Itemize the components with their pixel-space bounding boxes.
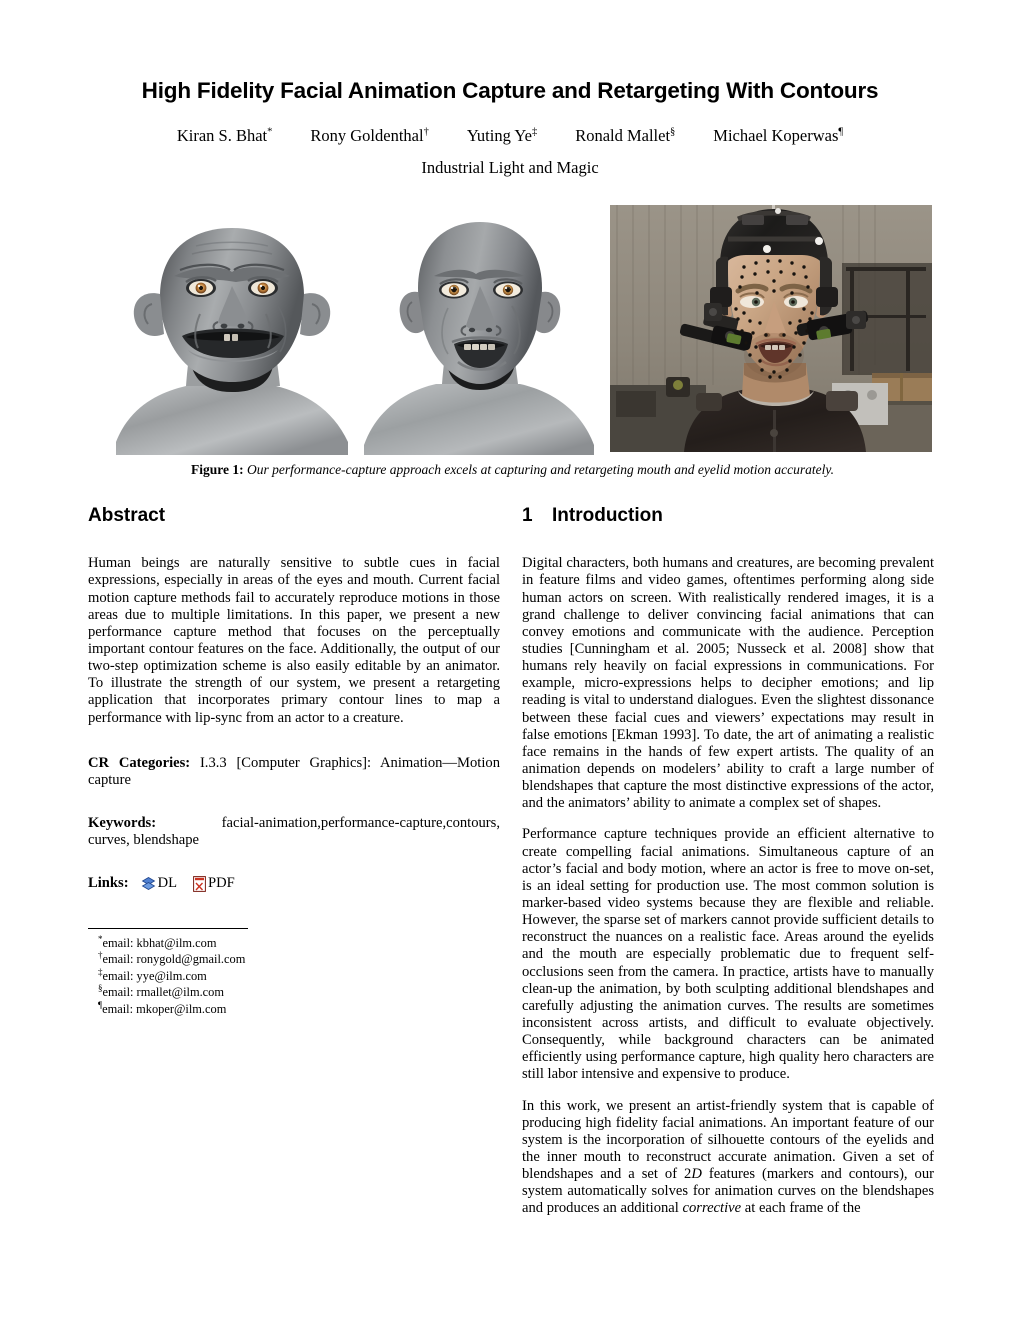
human-render-svg [364,222,594,455]
footnote-line: ¶email: mkoper@ilm.com [88,1000,388,1017]
author-entry: Kiran S. Bhat* [177,126,273,146]
actor-photo-svg [610,205,932,452]
author-name: Kiran S. Bhat [176,126,268,145]
footnote-line: *email: kbhat@ilm.com [88,934,388,951]
human-render [360,210,598,455]
creature-render-svg [116,228,348,455]
author-entry: Michael Koperwas¶ [713,126,843,146]
links-label: Links: [88,875,129,892]
figure-caption-text: Our performance-capture approach excels … [246,462,834,477]
author-list: Kiran S. Bhat* Rony Goldenthal† Yuting Ye‡… [60,126,960,146]
author-name: Rony Goldenthal [310,126,424,145]
figure-1 [90,200,935,455]
section-number: 1 [522,505,533,526]
author-entry: Ronald Mallet§ [575,126,675,146]
author-mark: * [267,126,273,138]
left-column: Abstract Human beings are naturally sens… [88,505,500,892]
introduction-heading: 1 Introduction [522,505,934,527]
footnote-text: email: ronygold@gmail.com [102,952,246,967]
intro-paragraph: Digital characters, both humans and crea… [522,555,934,812]
keywords-label: Keywords: [88,815,157,831]
footnote-line: §email: rmallet@ilm.com [88,984,388,1000]
pdf-link-text: PDF [208,875,235,892]
links-block: Links: DL PDF [88,875,500,892]
cr-categories-block: CR Categories: I.3.3 [Computer Graphics]… [88,755,500,789]
affiliation: Industrial Light and Magic [421,158,599,177]
abstract-body: Human beings are naturally sensitive to … [88,555,500,726]
footnote-line: ‡email: yye@ilm.com [88,967,388,984]
author-name: Yuting Ye [466,126,532,145]
footnote-block: *email: kbhat@ilm.com †email: ronygold@g… [88,928,388,1017]
right-column: 1 Introduction Digital characters, both h… [522,505,934,1218]
figure-caption: Figure 1: Our performance-capture approa… [90,462,935,478]
pdf-document-icon [193,875,206,892]
figure-label: Figure 1: [190,462,244,477]
paper-page: High Fidelity Facial Animation Capture a… [0,0,1020,1320]
intro-last-part: at each frame of the [741,1200,861,1217]
dl-link[interactable]: DL [141,875,177,892]
author-mark: † [423,126,429,138]
creature-render [108,210,360,455]
author-entry: Yuting Ye‡ [467,126,537,146]
author-name: Michael Koperwas [713,126,839,145]
footnote-text: email: rmallet@ilm.com [102,985,225,1000]
footnote-text: email: mkoper@ilm.com [102,1001,227,1016]
author-mark: ‡ [531,126,538,138]
footnote-rule [88,928,248,929]
intro-last-part-italic: corrective [682,1200,742,1217]
abstract-heading: Abstract [88,505,166,526]
dl-link-text: DL [157,875,178,892]
dl-diamond-icon [141,876,156,891]
intro-paragraph: Performance capture techniques provide a… [522,826,934,1083]
keywords-block: Keywords: facial-animation,performance-c… [88,815,500,849]
section-title: Introduction [552,505,663,526]
page-title: High Fidelity Facial Animation Capture a… [141,78,879,103]
intro-paragraph-last: In this work, we present an artist-frien… [522,1098,934,1218]
actor-photo [610,205,932,452]
author-entry: Rony Goldenthal† [310,126,428,146]
footnote-text: email: kbhat@ilm.com [102,936,217,950]
author-mark: § [670,126,676,138]
pdf-link[interactable]: PDF [193,875,235,892]
author-mark: ¶ [838,126,844,138]
intro-last-part-italic: D [691,1166,702,1183]
footnote-line: †email: ronygold@gmail.com [88,951,388,967]
cr-categories-label: CR Categories: [88,754,191,771]
author-name: Ronald Mallet [575,126,671,145]
footnote-text: email: yye@ilm.com [102,968,207,983]
